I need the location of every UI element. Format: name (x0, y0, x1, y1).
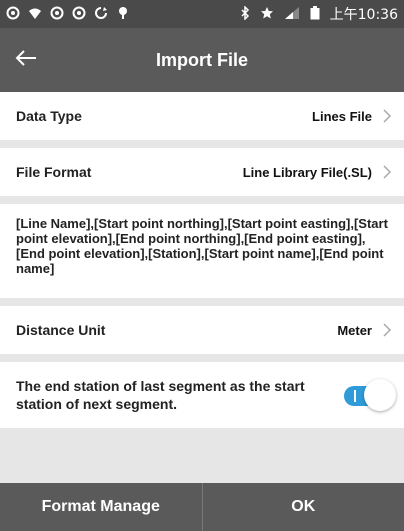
divider (0, 298, 404, 306)
notification-icon (50, 6, 64, 23)
switch-knob (364, 379, 396, 411)
page-title: Import File (155, 49, 248, 70)
switch-on-indicator (354, 390, 356, 402)
format-description: [Line Name],[Start point northing],[Star… (0, 204, 404, 298)
distance-unit-label: Distance Unit (16, 322, 106, 338)
notification-icon (72, 6, 86, 23)
divider (0, 140, 404, 148)
data-type-row[interactable]: Data Type Lines File (0, 92, 404, 140)
back-button[interactable] (0, 28, 52, 92)
wifi-icon (28, 6, 42, 23)
signal-icon (284, 6, 300, 23)
data-type-value: Lines File (312, 108, 372, 124)
status-left-icons (6, 6, 130, 23)
ok-button[interactable]: OK (203, 483, 404, 531)
settings-list: Data Type Lines File File Format Line Li… (0, 92, 404, 428)
file-format-row[interactable]: File Format Line Library File(.SL) (0, 148, 404, 196)
file-format-label: File Format (16, 164, 92, 180)
distance-unit-value: Meter (337, 322, 372, 338)
chevron-right-icon (382, 323, 392, 337)
app-bar: Import File (0, 28, 404, 92)
status-right: 上午10:36 (240, 4, 398, 24)
battery-icon (310, 5, 320, 23)
divider (0, 354, 404, 362)
status-bar: 上午10:36 (0, 0, 404, 28)
format-manage-button[interactable]: Format Manage (0, 483, 203, 531)
location-icon (116, 6, 130, 23)
end-station-toggle-row: The end station of last segment as the s… (0, 362, 404, 428)
distance-unit-row[interactable]: Distance Unit Meter (0, 306, 404, 354)
bluetooth-icon (240, 4, 250, 23)
notification-icon (6, 6, 20, 23)
arrow-left-icon (15, 49, 37, 72)
end-station-toggle-label: The end station of last segment as the s… (16, 378, 305, 412)
star-icon (260, 6, 274, 23)
sync-icon (94, 6, 108, 23)
status-time: 上午10:36 (329, 7, 398, 23)
chevron-right-icon (382, 109, 392, 123)
data-type-label: Data Type (16, 108, 82, 124)
chevron-right-icon (382, 165, 392, 179)
file-format-value: Line Library File(.SL) (242, 164, 372, 180)
divider (0, 196, 404, 204)
end-station-toggle-switch[interactable] (340, 379, 396, 411)
bottom-action-bar: Format Manage OK (0, 483, 404, 531)
